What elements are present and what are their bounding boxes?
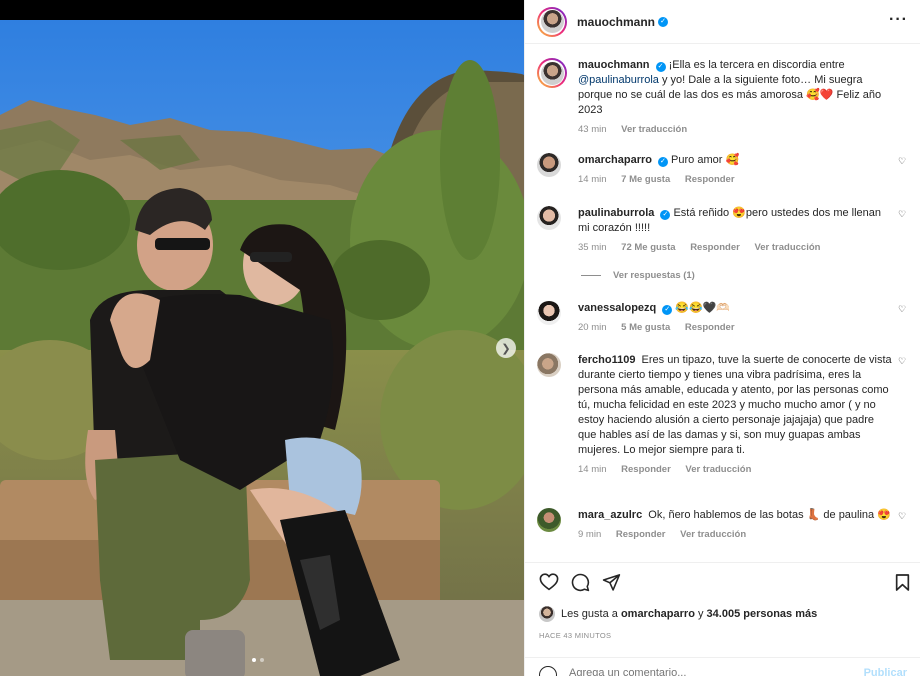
author-avatar[interactable] [537,6,567,37]
liker-avatar [539,606,555,622]
comment-item: mara_azulrc Ok, ñero hablemos de las bot… [537,508,909,540]
caption-author-avatar[interactable] [537,58,567,88]
comments-list: mauochmann ✓ ¡Ella es la tercera en disco… [525,45,920,562]
comment-item: paulinaburrola ✓ Está reñido 😍pero ustede… [537,206,909,253]
more-options-icon[interactable]: ··· [889,12,908,28]
next-photo-button[interactable]: ❯ [496,338,516,358]
commenter-avatar[interactable] [537,301,561,325]
comment-meta: 14 min 7 Me gusta Responder [578,174,909,185]
caption-mention[interactable]: @paulinaburrola [578,74,659,86]
comment-text: paulinaburrola ✓ Está reñido 😍pero ustede… [578,206,892,236]
likes-middle: y [697,608,704,620]
replies-divider [581,275,601,276]
translate-link[interactable]: Ver traducción [685,464,751,475]
comment-likes[interactable]: 7 Me gusta [621,174,670,185]
likes-count[interactable]: 34.005 personas más [707,608,818,620]
comment-meta: 35 min 72 Me gusta Responder Ver traducc… [578,242,909,253]
carousel-dot [260,658,264,662]
like-comment-heart-icon[interactable]: ♡ [898,512,907,521]
comment-text: vanessalopezq ✓ 😂😂🖤🫶🏻 [578,301,892,316]
reply-button[interactable]: Responder [690,242,740,253]
post-photo[interactable] [0,20,524,676]
translate-link[interactable]: Ver traducción [680,529,746,540]
like-comment-heart-icon[interactable]: ♡ [898,305,907,314]
comment-time: 20 min [578,322,607,333]
comment-item: vanessalopezq ✓ 😂😂🖤🫶🏻 20 min 5 Me gusta R… [537,301,909,333]
view-replies-label: Ver respuestas (1) [613,270,695,281]
like-comment-heart-icon[interactable]: ♡ [898,157,907,166]
verified-badge-icon: ✓ [657,157,668,167]
likes-summary[interactable]: Les gusta a omarchaparro y 34.005 person… [539,606,817,622]
share-paper-plane-icon[interactable] [602,573,621,591]
like-comment-heart-icon[interactable]: ♡ [898,357,907,366]
caption-meta: 43 min Ver traducción [578,124,909,135]
comment-item: omarchaparro ✓ Puro amor 🥰 14 min 7 Me gu… [537,153,909,185]
comment-likes[interactable]: 72 Me gusta [621,242,675,253]
comment-username[interactable]: fercho1109 [578,354,635,366]
comment-username[interactable]: paulinaburrola [578,207,654,219]
verified-badge-icon: ✓ [658,16,669,27]
author-username[interactable]: mauochmann [577,15,655,29]
verified-badge-icon: ✓ [662,305,673,315]
publish-button[interactable]: Publicar [864,667,907,676]
likes-user[interactable]: omarchaparro [621,608,695,620]
comment-meta: 20 min 5 Me gusta Responder [578,322,909,333]
caption-time: 43 min [578,124,607,135]
comment-body: 😂😂🖤🫶🏻 [675,302,731,314]
comment-body: Puro amor 🥰 [671,154,740,166]
post-timestamp: HACE 43 MINUTOS [539,631,612,640]
comment-text: mara_azulrc Ok, ñero hablemos de las bot… [578,508,892,523]
commenter-avatar[interactable] [537,508,561,532]
post-sidebar: mauochmann ✓ ··· mauochmann ✓ ¡Ella es la… [524,0,920,676]
like-heart-icon[interactable] [539,573,559,591]
emoji-picker-icon[interactable] [539,666,557,676]
like-comment-heart-icon[interactable]: ♡ [898,210,907,219]
comment-composer: Publicar [525,657,920,676]
comment-item: fercho1109 Eres un tipazo, tuve la suert… [537,353,909,475]
reply-button[interactable]: Responder [685,322,735,333]
comment-time: 9 min [578,529,602,540]
comment-likes[interactable]: 5 Me gusta [621,322,670,333]
post-actions [525,562,920,600]
comment-bubble-icon[interactable] [571,573,590,592]
caption-username[interactable]: mauochmann [578,59,650,71]
comment-username[interactable]: vanessalopezq [578,302,656,314]
carousel-indicator [252,658,264,662]
comment-body: Ok, ñero hablemos de las botas 👢 de paul… [648,509,891,521]
comment-time: 14 min [578,464,607,475]
likes-prefix: Les gusta a [561,608,618,620]
reply-button[interactable]: Responder [621,464,671,475]
comment-meta: 9 min Responder Ver traducción [578,529,909,540]
commenter-avatar[interactable] [537,353,561,377]
verified-badge-icon: ✓ [655,62,666,72]
caption-text-part: ¡Ella es la tercera en discordia entre [668,59,845,71]
comment-time: 35 min [578,242,607,253]
carousel-dot-active [252,658,256,662]
caption-text: mauochmann ✓ ¡Ella es la tercera en disco… [578,58,892,118]
verified-badge-icon: ✓ [660,210,671,220]
comment-body: Eres un tipazo, tuve la suerte de conoce… [578,354,892,456]
commenter-avatar[interactable] [537,153,561,177]
view-replies-link[interactable]: Ver respuestas (1) [581,270,695,281]
photo-illustration [0,20,524,676]
save-bookmark-icon[interactable] [895,573,910,592]
comment-input[interactable] [569,667,849,676]
comment-meta: 14 min Responder Ver traducción [578,464,909,475]
reply-button[interactable]: Responder [685,174,735,185]
caption: mauochmann ✓ ¡Ella es la tercera en disco… [537,58,909,135]
translate-link[interactable]: Ver traducción [754,242,820,253]
comment-username[interactable]: omarchaparro [578,154,652,166]
post-header: mauochmann ✓ ··· [525,0,920,44]
comment-text: omarchaparro ✓ Puro amor 🥰 [578,153,892,168]
post-media: ❯ [0,0,524,676]
comment-text: fercho1109 Eres un tipazo, tuve la suert… [578,353,892,458]
commenter-avatar[interactable] [537,206,561,230]
comment-username[interactable]: mara_azulrc [578,509,642,521]
reply-button[interactable]: Responder [616,529,666,540]
translate-link[interactable]: Ver traducción [621,124,687,135]
comment-time: 14 min [578,174,607,185]
